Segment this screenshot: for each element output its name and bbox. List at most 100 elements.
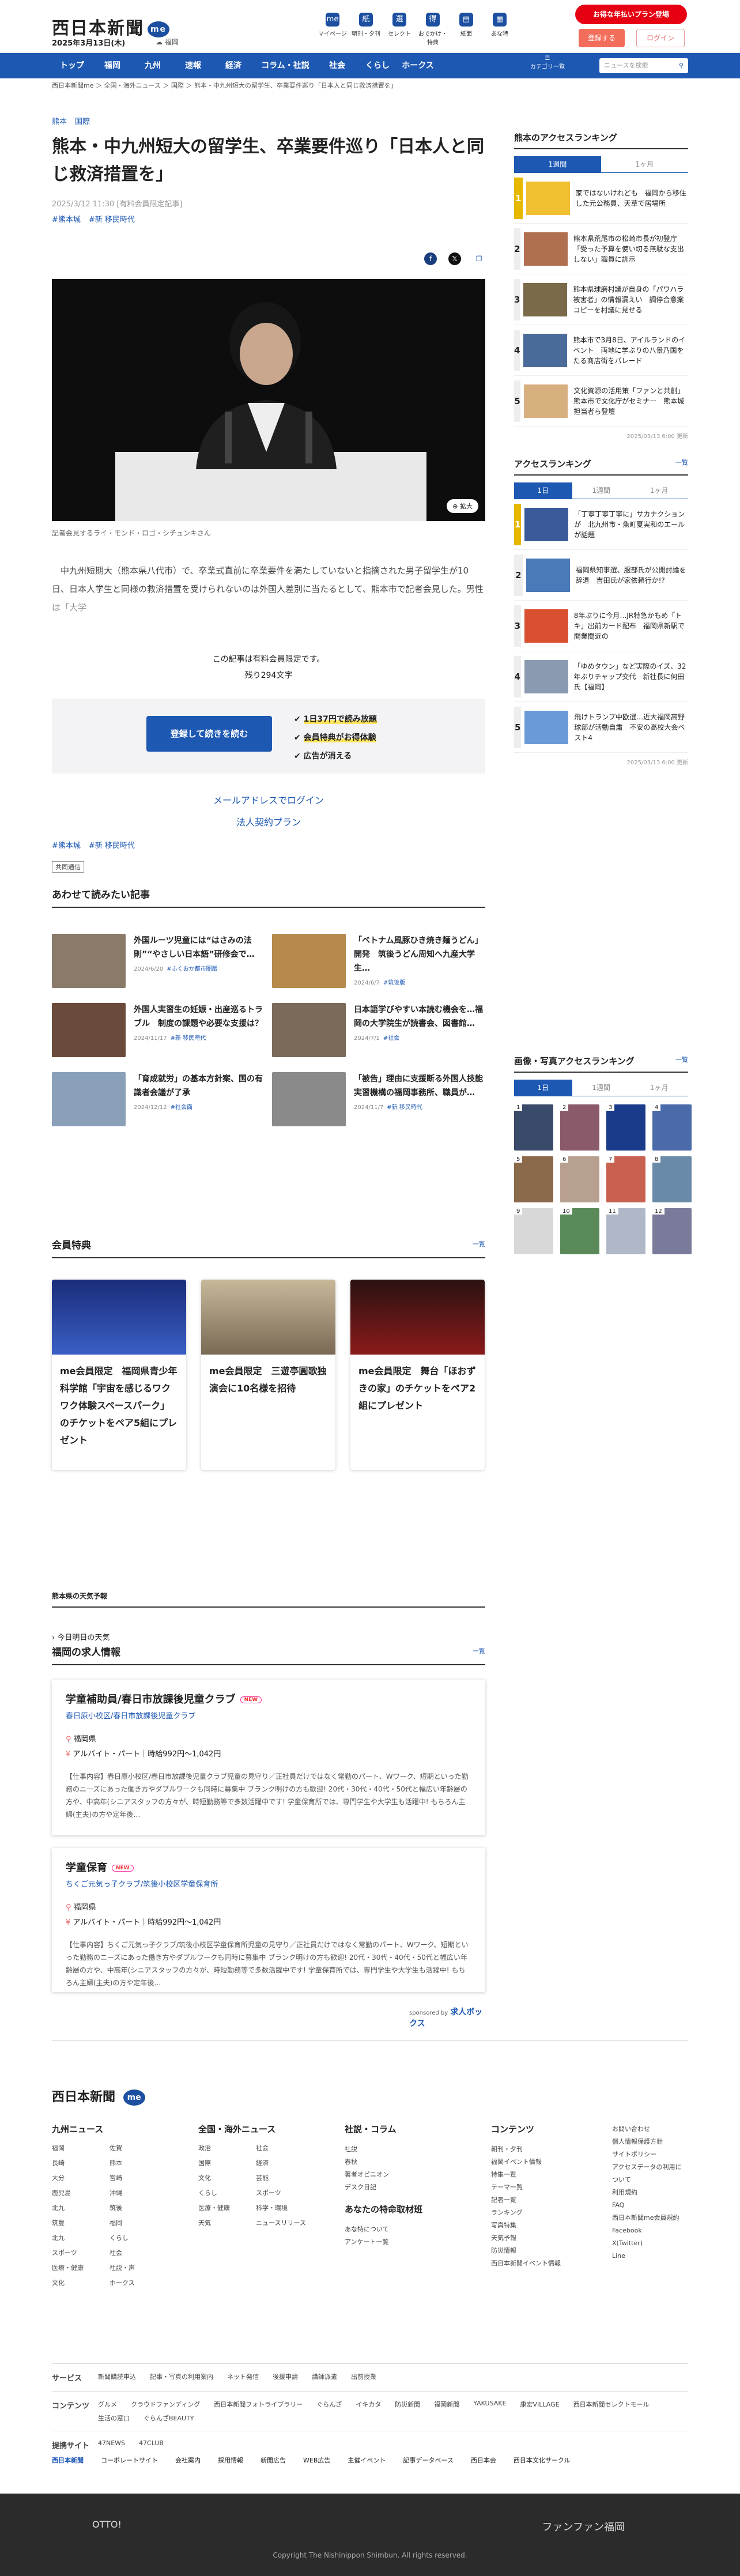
footer-service-link[interactable]: 新聞購読申込 [98, 2372, 136, 2383]
rank-title[interactable]: 「丁寧丁寧丁寧に」サカナクションが 北九州市・魚町夏実和のエールが話題 [568, 509, 688, 540]
footer-service-link[interactable]: ぐらんざ [316, 2400, 342, 2409]
perk-card[interactable]: me会員限定 三遊亭圓歌独演会に10名様を招待 [201, 1280, 335, 1470]
footer-service-link[interactable]: 47NEWS [98, 2439, 125, 2450]
perk-card[interactable]: me会員限定 舞台「ほおずきの家」のチケットをペア2組にプレゼント [350, 1280, 485, 1470]
register-button[interactable]: 登録する [579, 29, 625, 47]
footer-link[interactable]: 記者一覧 [491, 2194, 612, 2207]
footer-link[interactable]: 経済 [256, 2158, 325, 2167]
rank-title[interactable]: 飛けトランプ中欧選…近大福岡高野球部が活動自粛 不安の高校大会ベスト4 [568, 712, 688, 743]
gallery-thumb[interactable]: 10 [560, 1208, 599, 1254]
footer-service-link[interactable]: 防災新聞 [395, 2400, 420, 2409]
footer-link[interactable]: 文化 [52, 2278, 110, 2287]
corp-link[interactable]: 西日本会 [471, 2456, 496, 2465]
weather-today[interactable]: › 今日明日の天気 [52, 1631, 110, 1642]
footer-link[interactable]: くらし [198, 2188, 256, 2197]
footer-link[interactable]: 福岡 [52, 2143, 110, 2152]
footer-link[interactable]: 長崎 [52, 2158, 110, 2167]
zoom-button[interactable]: ⊕ 拡大 [447, 499, 478, 513]
tag-link[interactable]: #新 移民時代 [89, 842, 135, 850]
corp-link[interactable]: 主催イベント [348, 2456, 386, 2465]
footer-link[interactable]: 社説・声 [110, 2263, 179, 2272]
footer-service-link[interactable]: 西日本新聞セレクトモール [573, 2400, 650, 2409]
footer-link[interactable]: 社会 [256, 2143, 325, 2152]
ranking-item[interactable]: 2 福岡県知事選、服部氏が公開討論を辞退 吉田氏が家依頼行か!? [514, 550, 688, 601]
footer-service-link[interactable]: クラウドファンディング [131, 2400, 200, 2409]
nav-column[interactable]: コラム・社説 [254, 53, 317, 78]
related-title[interactable]: 「ベトナム風豚ひき焼き麺うどん」開発 筑後うどん周知へ九産大学生… [354, 934, 485, 975]
footer-link[interactable]: 防災情報 [491, 2245, 612, 2257]
nav-economy[interactable]: 経済 [213, 53, 254, 78]
rank-title[interactable]: 8年ぶりに今月…JR特急かもめ「トキ」出前カード配布 福岡県新駅で開業間近の [568, 610, 688, 642]
tab-week[interactable]: 1週間 [572, 482, 630, 499]
ranking-item[interactable]: 4 熊本市で3月8日、アイルランドのイベント 両地に学ぶりの八景乃国をたる商店街を… [514, 325, 688, 376]
footer-link[interactable]: 筑後 [110, 2203, 179, 2212]
rank-title[interactable]: 福岡県知事選、服部氏が公開討論を辞退 吉田氏が家依頼行か!? [570, 565, 688, 586]
footer-link[interactable]: 著者オピニオン [345, 2168, 491, 2181]
gallery-thumb[interactable]: 11 [606, 1208, 645, 1254]
footer-service-link[interactable]: ぐらんざBEAUTY [144, 2413, 194, 2423]
related-title[interactable]: 日本語学びやすい本読む機会を…福岡の大学院生が読書会、図書館… [354, 1003, 485, 1031]
footer-link[interactable]: テーマ一覧 [491, 2181, 612, 2194]
rank-title[interactable]: 熊本市で3月8日、アイルランドのイベント 両地に学ぶりの八景乃国をたる商店街をパ… [567, 335, 688, 366]
ranking-item[interactable]: 1 「丁寧丁寧丁寧に」サカナクションが 北九州市・魚町夏実和のエールが話題 [514, 499, 688, 550]
footer-link[interactable]: 社会 [110, 2248, 179, 2257]
related-category[interactable]: #社会 [383, 1035, 399, 1042]
corp-link[interactable]: 記事データベース [403, 2456, 453, 2465]
paper-link[interactable]: 紙朝刊・夕刊 [349, 13, 383, 46]
footer-service-link[interactable]: 47CLUB [139, 2439, 164, 2450]
tab-week[interactable]: 1週間 [572, 1080, 630, 1096]
gallery-thumb[interactable]: 1 [514, 1104, 553, 1151]
gallery-thumb[interactable]: 9 [514, 1208, 553, 1254]
corp-logo[interactable]: 西日本新聞 [52, 2456, 84, 2465]
footer-link[interactable]: Facebook [612, 2224, 687, 2237]
breadcrumb[interactable]: 西日本新聞me ＞ 全国・海外ニュース ＞ 国際 ＞ 熊本・中九州短大の留学生、… [52, 81, 490, 90]
footer-link[interactable]: 天気予報 [491, 2232, 612, 2245]
footer-link[interactable]: FAQ [612, 2199, 687, 2212]
footer-link[interactable]: 福岡 [110, 2218, 179, 2227]
footer-logo[interactable]: 西日本新聞 me [52, 2087, 688, 2106]
weather-widget[interactable]: ☁ 福岡 [156, 37, 179, 47]
gallery-thumb[interactable]: 4 [652, 1104, 692, 1151]
footer-link[interactable]: 朝刊・夕刊 [491, 2143, 612, 2156]
footer-link[interactable]: 佐賀 [110, 2143, 179, 2152]
footer-link[interactable]: 医療・健康 [198, 2203, 256, 2212]
nav-fukuoka[interactable]: 福岡 [92, 53, 133, 78]
rank-title[interactable]: 熊本県球磨村議が自身の「パワハラ被害者」の情報漏えい 調停合意案コピーを村議に見… [567, 284, 688, 315]
select-link[interactable]: 選セレクト [383, 13, 416, 46]
ranking-more-link[interactable]: 一覧 [675, 458, 688, 467]
gallery-more-link[interactable]: 一覧 [675, 1055, 688, 1064]
gallery-thumb[interactable]: 5 [514, 1156, 553, 1202]
promo-button[interactable]: お得な年払いプラン登場 [575, 5, 687, 24]
perk-card[interactable]: me会員限定 福岡県青少年科学館「宇宙を感じるワクワク体験スペースパーク」のチケ… [52, 1280, 186, 1470]
related-thumb[interactable] [272, 1072, 346, 1126]
related-thumb[interactable] [52, 1072, 126, 1126]
related-category[interactable]: #新 移民時代 [171, 1035, 206, 1042]
corp-link[interactable]: WEB広告 [303, 2456, 330, 2465]
footer-service-link[interactable]: 後援申請 [273, 2372, 298, 2383]
footer-service-link[interactable]: 西日本新聞フォトライブラリー [214, 2400, 303, 2409]
corp-link[interactable]: 新聞広告 [260, 2456, 286, 2465]
footer-link[interactable]: 天気 [198, 2218, 256, 2227]
footer-link[interactable]: アンケート一覧 [345, 2236, 491, 2249]
related-item[interactable]: 「被告」理由に支援断る外国人技能実習機構の福岡事務所、職員が… 2024/11/7… [272, 1072, 485, 1126]
gallery-thumb[interactable]: 8 [652, 1156, 692, 1202]
nav-hawks[interactable]: ホークス [398, 53, 438, 78]
bookmark-icon[interactable]: ❐ [473, 252, 485, 265]
footer-link[interactable]: 鹿児島 [52, 2188, 110, 2197]
footer-link[interactable]: スポーツ [52, 2248, 110, 2257]
search-input[interactable]: ニュースを検索 ⚲ [599, 58, 688, 73]
footer-link[interactable]: 宮崎 [110, 2173, 179, 2182]
footer-link[interactable]: 北九 [52, 2203, 110, 2212]
tag-link[interactable]: #熊本城 [52, 842, 81, 850]
footer-service-link[interactable]: 福岡新聞 [434, 2400, 459, 2409]
x-icon[interactable]: 𝕏 [448, 252, 461, 265]
related-title[interactable]: 外国人実習生の妊娠・出産巡るトラブル 制度の課題や必要な支援は？ [134, 1003, 265, 1031]
footer-service-link[interactable]: ネット発信 [227, 2372, 259, 2383]
article-photo[interactable]: ⊕ 拡大 [52, 279, 485, 521]
perks-more-link[interactable]: 一覧 [473, 1239, 485, 1249]
footer-link[interactable]: アクセスデータの利用について [612, 2161, 687, 2186]
tab-week[interactable]: 1週間 [514, 156, 601, 172]
corp-link[interactable]: 採用情報 [218, 2456, 243, 2465]
related-item[interactable]: 外国ルーツ児童には“はさみの法則”“やさしい日本語”研修会で… 2024/6/20… [52, 934, 265, 988]
gallery-thumb[interactable]: 2 [560, 1104, 599, 1151]
